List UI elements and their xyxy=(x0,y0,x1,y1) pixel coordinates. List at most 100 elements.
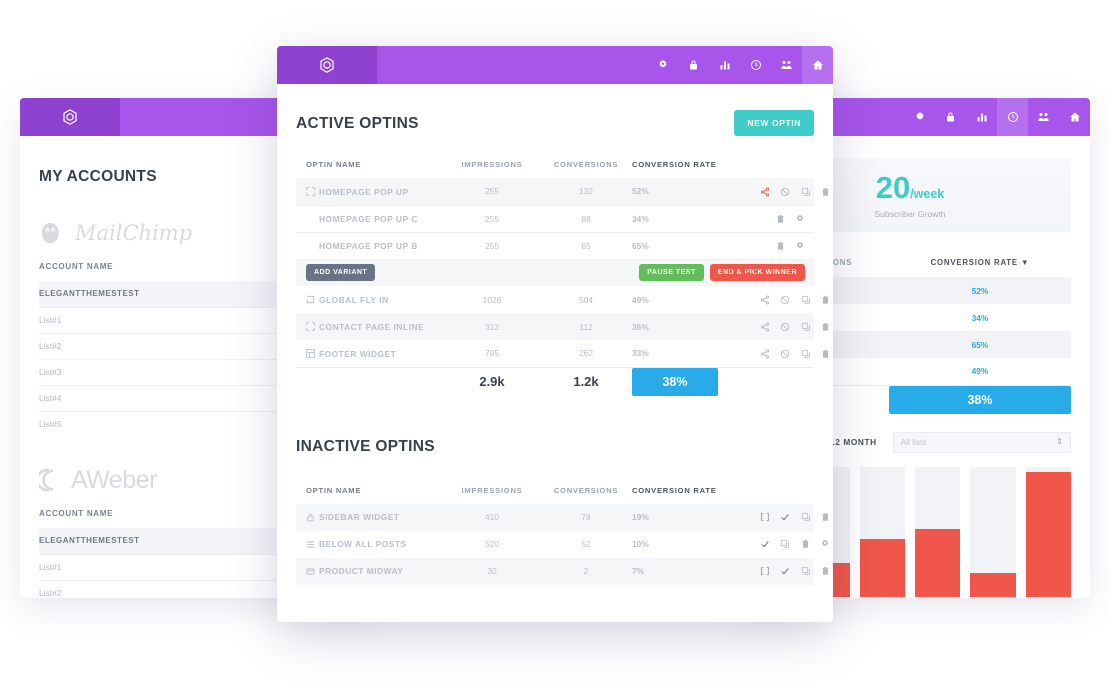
variant-action-bar: ADD VARIANT PAUSE TEST END & PICK WINNER xyxy=(296,264,814,282)
active-optins-table: OPTIN NAME IMPRESSIONS CONVERSIONS CONVE… xyxy=(296,160,829,396)
app-logo[interactable] xyxy=(20,98,120,136)
gear-icon[interactable] xyxy=(820,539,830,549)
variant-action-bar-row: ADD VARIANT PAUSE TEST END & PICK WINNER xyxy=(296,258,814,286)
inactive-optins-table: OPTIN NAME IMPRESSIONS CONVERSIONS CONVE… xyxy=(296,486,829,585)
trash-icon[interactable] xyxy=(821,512,830,522)
duplicate-icon[interactable] xyxy=(801,187,811,197)
totals-rate-badge: 38% xyxy=(632,367,718,396)
rate-value: 10% xyxy=(632,539,649,549)
nav-clock[interactable] xyxy=(997,98,1028,142)
duplicate-icon[interactable] xyxy=(801,295,811,305)
duplicate-icon[interactable] xyxy=(801,349,811,359)
nav-home[interactable] xyxy=(802,46,833,90)
share-icon[interactable] xyxy=(760,187,770,197)
rate-value: 49% xyxy=(632,294,649,305)
optin-name: HOMEPAGE POP UP xyxy=(319,186,409,197)
new-optin-button[interactable]: NEW OPTIN xyxy=(734,110,814,136)
row-actions xyxy=(752,204,814,232)
table-row[interactable]: PRODUCT MIDWAY 30 2 7% xyxy=(296,557,829,585)
trash-icon[interactable] xyxy=(821,322,830,332)
list-select[interactable]: All lists ⇕ xyxy=(892,431,1071,453)
nav-users[interactable] xyxy=(771,46,802,84)
impressions-value: 30 xyxy=(487,566,497,576)
list-name: List#5 xyxy=(39,410,277,437)
col-conversion-rate-label: CONVERSION RATE xyxy=(930,258,1018,267)
col-conversion-rate[interactable]: CONVERSION RATE ▼ xyxy=(889,258,1071,277)
nav-lock[interactable] xyxy=(678,46,709,84)
optins-dashboard-card: ACTIVE OPTINS NEW OPTIN OPTIN NAME IMPRE… xyxy=(277,46,833,622)
optin-name: HOMEPAGE POP UP B xyxy=(319,240,418,251)
mailchimp-label: MailChimp xyxy=(75,221,193,245)
widget-icon xyxy=(306,349,319,358)
table-row[interactable]: HOMEPAGE POP UP 255 132 52% xyxy=(296,178,829,205)
table-row[interactable]: HOMEPAGE POP UP B 255 65 65% xyxy=(296,231,814,259)
check-icon[interactable] xyxy=(760,539,770,549)
disable-icon[interactable] xyxy=(780,187,790,197)
table-row[interactable]: HOMEPAGE POP UP C 255 88 34% xyxy=(296,204,814,232)
duplicate-icon[interactable] xyxy=(801,512,811,522)
trash-icon[interactable] xyxy=(776,241,785,251)
check-icon[interactable] xyxy=(780,566,790,576)
main-appbar xyxy=(277,46,833,90)
conversions-value: 78 xyxy=(581,512,591,522)
pause-test-button[interactable]: PAUSE TEST xyxy=(639,264,704,282)
nav-clock[interactable] xyxy=(740,46,771,84)
popup-icon xyxy=(306,187,319,196)
chart-column xyxy=(859,466,905,597)
nav-users[interactable] xyxy=(1028,98,1059,136)
optin-name: GLOBAL FLY IN xyxy=(319,294,389,305)
nav-lock[interactable] xyxy=(935,98,966,136)
trash-icon[interactable] xyxy=(776,214,785,224)
check-icon[interactable] xyxy=(780,512,790,522)
chart-column xyxy=(1025,466,1071,597)
gear-icon[interactable] xyxy=(795,241,805,251)
nav-gear[interactable] xyxy=(904,98,935,136)
split-test-icon[interactable] xyxy=(760,512,770,522)
table-row[interactable]: GLOBAL FLY IN 1026 504 49% xyxy=(296,286,829,313)
popup-icon xyxy=(306,322,319,331)
disable-icon[interactable] xyxy=(780,322,790,332)
share-icon[interactable] xyxy=(760,322,770,332)
bar-chart-icon xyxy=(720,61,729,70)
table-row[interactable]: CONTACT PAGE INLINE 312 112 36% xyxy=(296,313,829,340)
nav-bar-chart[interactable] xyxy=(709,46,740,84)
trash-icon[interactable] xyxy=(821,566,830,576)
share-icon[interactable] xyxy=(760,349,770,359)
hexagon-logo-icon xyxy=(63,109,77,125)
table-row[interactable]: BELOW ALL POSTS 520 52 10% xyxy=(296,531,828,558)
nav-gear[interactable] xyxy=(647,46,678,84)
disable-icon[interactable] xyxy=(780,295,790,305)
end-pick-winner-button[interactable]: END & PICK WINNER xyxy=(709,264,805,282)
duplicate-icon[interactable] xyxy=(780,539,790,549)
duplicate-icon[interactable] xyxy=(801,322,811,332)
app-logo[interactable] xyxy=(277,46,377,84)
hexagon-logo-icon xyxy=(320,57,334,73)
rate-value: 52% xyxy=(971,285,989,296)
share-icon[interactable] xyxy=(760,295,770,305)
trash-icon[interactable] xyxy=(821,349,830,359)
col-optin-name: OPTIN NAME xyxy=(306,160,362,169)
duplicate-icon[interactable] xyxy=(801,566,811,576)
table-row[interactable]: FOOTER WIDGET 795 262 33% xyxy=(296,340,829,367)
mailchimp-monkey-icon xyxy=(41,222,59,244)
disable-icon[interactable] xyxy=(780,349,790,359)
impressions-value: 255 xyxy=(444,231,540,259)
trash-icon[interactable] xyxy=(821,295,830,305)
product-icon xyxy=(306,567,319,576)
add-variant-button[interactable]: ADD VARIANT xyxy=(306,264,376,282)
gear-icon[interactable] xyxy=(795,214,805,224)
optin-name-cell: HOMEPAGE POP UP B xyxy=(296,231,444,259)
impressions-value: 520 xyxy=(485,539,499,549)
nav-home[interactable] xyxy=(1059,98,1090,136)
right-card-nav xyxy=(904,98,1090,142)
table-row[interactable]: SIDEBAR WIDGET 410 78 19% xyxy=(296,503,829,531)
split-test-icon[interactable] xyxy=(760,566,770,576)
inactive-optins-title: INACTIVE OPTINS xyxy=(296,437,435,455)
trash-icon[interactable] xyxy=(821,187,830,197)
nav-bar-chart[interactable] xyxy=(966,98,997,136)
clock-icon xyxy=(1007,112,1018,122)
trash-icon[interactable] xyxy=(801,539,810,549)
home-icon xyxy=(1069,112,1080,122)
rate-value: 34% xyxy=(971,312,989,323)
growth-value-wrap: 20/week xyxy=(876,172,945,203)
